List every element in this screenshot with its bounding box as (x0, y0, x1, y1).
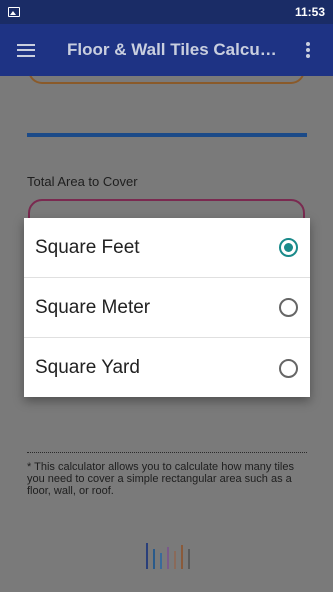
status-bar: 11:53 (0, 0, 333, 24)
option-label: Square Meter (35, 296, 151, 318)
unit-picker-dialog: Square Feet Square Meter Square Yard (24, 218, 310, 397)
bars-logo-icon (146, 539, 208, 569)
option-square-feet[interactable]: Square Feet (24, 218, 310, 278)
radio-selected-icon[interactable] (279, 238, 298, 257)
option-label: Square Yard (35, 357, 140, 378)
option-square-meter[interactable]: Square Meter (24, 278, 310, 338)
radio-unselected-icon[interactable] (279, 358, 298, 378)
option-label: Square Feet (35, 236, 140, 258)
image-icon (8, 7, 20, 17)
section-divider (27, 133, 307, 137)
hamburger-menu-icon[interactable] (17, 43, 35, 57)
more-vert-icon[interactable] (306, 42, 310, 58)
option-square-yard[interactable]: Square Yard (24, 338, 310, 398)
app-title: Floor & Wall Tiles Calcu… (67, 40, 277, 59)
app-bar: Floor & Wall Tiles Calcu… (0, 24, 333, 76)
dotted-divider (27, 452, 307, 453)
radio-unselected-icon[interactable] (279, 298, 298, 317)
calculator-note: * This calculator allows you to calculat… (27, 461, 294, 497)
previous-input-field[interactable] (28, 76, 305, 84)
status-time: 11:53 (294, 5, 325, 19)
area-label: Total Area to Cover (27, 174, 138, 189)
